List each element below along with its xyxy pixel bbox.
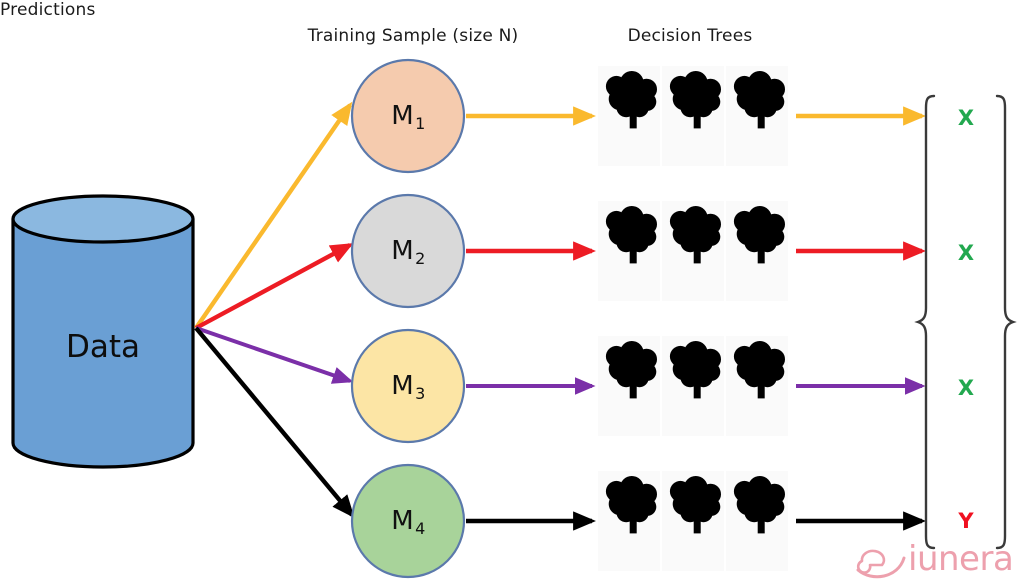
cylinder-top xyxy=(11,194,195,244)
ensemble-diagram-canvas xyxy=(11,58,1017,579)
prediction-value-1: X xyxy=(957,106,975,130)
header-predictions: Predictions xyxy=(0,0,96,20)
model-label-base: M xyxy=(391,506,415,536)
decision-tree-groups xyxy=(598,66,788,571)
prediction-value-4: Y xyxy=(958,509,974,533)
logo-wordmark: iunera xyxy=(908,539,1014,579)
prediction-value-2: X xyxy=(957,241,975,265)
header-training-sample: Training Sample (size N) xyxy=(307,26,519,46)
model-to-trees-arrows xyxy=(466,106,596,531)
iunera-logo: iunera xyxy=(856,539,1020,579)
tree-group-row2 xyxy=(598,201,788,301)
model-label-m3: M3 xyxy=(391,371,426,403)
model-label-sub: 1 xyxy=(415,114,426,133)
tree-group-row1 xyxy=(598,66,788,166)
model-label-m2: M2 xyxy=(391,236,426,268)
model-circles xyxy=(350,58,466,579)
prediction-value-3: X xyxy=(957,376,975,400)
header-decision-trees: Decision Trees xyxy=(627,26,753,46)
tree-group-row3 xyxy=(598,336,788,436)
bracket-left xyxy=(914,94,936,550)
data-source-label: Data xyxy=(65,329,141,365)
model-label-base: M xyxy=(391,371,415,401)
arrow-data-to-m1 xyxy=(194,101,353,330)
model-label-base: M xyxy=(391,101,415,131)
model-label-base: M xyxy=(391,236,415,266)
model-label-sub: 2 xyxy=(415,249,426,268)
predictions-brackets xyxy=(914,94,1017,550)
model-label-sub: 3 xyxy=(415,384,426,403)
arrow-data-to-m2 xyxy=(194,243,354,330)
bracket-right xyxy=(995,94,1017,550)
tree-group-row4 xyxy=(598,471,788,571)
model-label-sub: 4 xyxy=(415,519,426,538)
trees-to-predictions-arrows xyxy=(796,106,926,531)
model-label-m4: M4 xyxy=(391,506,426,538)
data-to-model-arrows xyxy=(194,101,355,519)
model-label-m1: M1 xyxy=(391,101,426,133)
